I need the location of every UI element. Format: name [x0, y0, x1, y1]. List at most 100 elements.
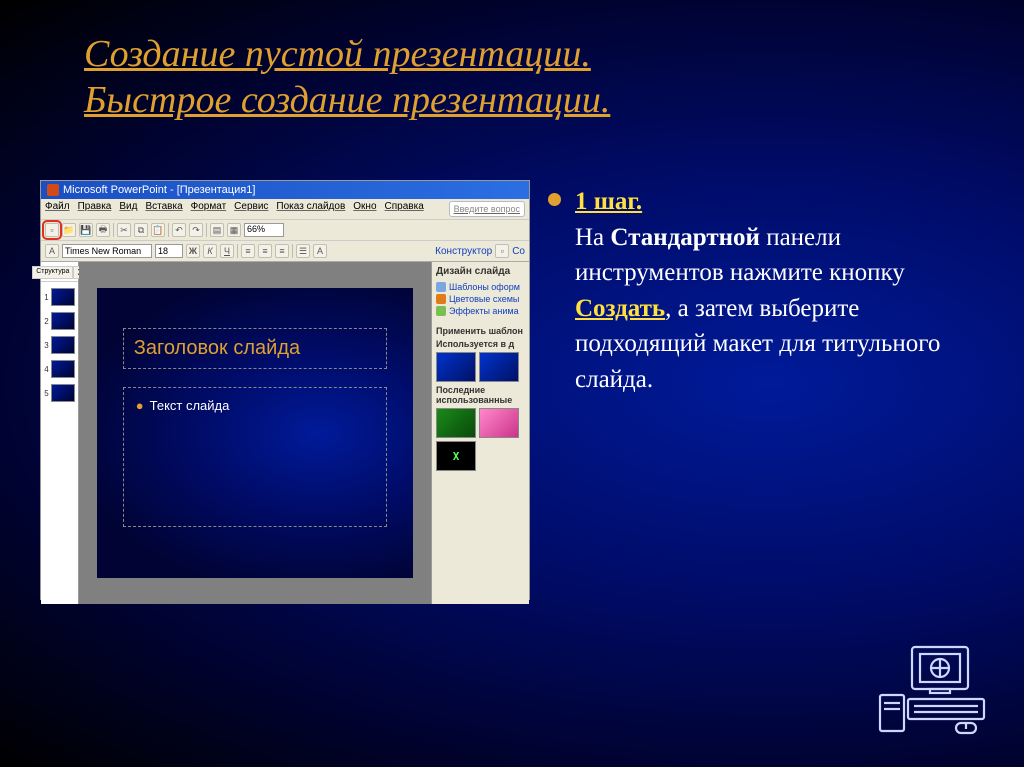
tp-link-colors[interactable]: Цветовые схемы — [434, 293, 527, 305]
open-button[interactable]: 📁 — [62, 223, 76, 237]
new-button[interactable]: ▫ — [45, 223, 59, 237]
menu-help[interactable]: Справка — [385, 201, 424, 217]
table-button[interactable]: ▦ — [227, 223, 241, 237]
text-part: На — [575, 224, 610, 251]
slide-editor: Заголовок слайда Текст слайда — [79, 262, 431, 604]
palette-icon — [436, 294, 446, 304]
tp-apply-section: Применить шаблон Используется в д Послед… — [434, 321, 527, 473]
undo-button[interactable]: ↶ — [172, 223, 186, 237]
bullets-button[interactable]: ☰ — [296, 244, 310, 258]
slide-body-text: Текст слайда — [150, 398, 230, 413]
bullet-icon — [548, 193, 561, 206]
separator-icon — [237, 244, 238, 258]
tp-link-label: Эффекты анима — [449, 306, 519, 316]
tp-thumbs-used — [436, 352, 525, 382]
font-size-select[interactable]: 18 — [155, 244, 183, 258]
menu-format[interactable]: Формат — [191, 201, 227, 217]
new-slide-button[interactable]: ▫ — [495, 244, 509, 258]
thumb-preview-icon — [51, 360, 75, 378]
standard-toolbar: ▫ 📁 💾 🖶 ✂ ⧉ 📋 ↶ ↷ ▤ ▦ 66% — [41, 220, 529, 241]
slide-thumbnail[interactable]: 4 — [44, 360, 74, 378]
thumb-number: 5 — [44, 389, 48, 398]
align-center-button[interactable]: ≡ — [258, 244, 272, 258]
chart-button[interactable]: ▤ — [210, 223, 224, 237]
slide-thumbnail[interactable]: 2 — [44, 312, 74, 330]
menu-file[interactable]: Файл — [45, 201, 70, 217]
design-template-thumb[interactable] — [479, 352, 519, 382]
powerpoint-icon — [47, 184, 59, 196]
help-question-input[interactable]: Введите вопрос — [449, 201, 525, 217]
taskpane-header: Дизайн слайда — [434, 264, 527, 281]
window-titlebar: Microsoft PowerPoint - [Презентация1] — [41, 181, 529, 199]
save-button[interactable]: 💾 — [79, 223, 93, 237]
design-template-thumb[interactable] — [436, 408, 476, 438]
step-title: 1 шаг. — [575, 184, 642, 220]
align-right-button[interactable]: ≡ — [275, 244, 289, 258]
constructor-link[interactable]: Конструктор — [435, 246, 492, 257]
instruction-content: 1 шаг. На Стандартной панели инструменто… — [548, 184, 978, 397]
bullet-item: 1 шаг. — [548, 184, 978, 220]
print-button[interactable]: 🖶 — [96, 223, 110, 237]
tp-thumbs-recent: X — [436, 408, 525, 471]
title-line-1: Создание пустой презентации. — [84, 32, 610, 78]
menu-bar[interactable]: Файл Правка Вид Вставка Формат Сервис По… — [41, 199, 529, 220]
tp-link-effects[interactable]: Эффекты анима — [434, 305, 527, 317]
slide-thumbnail[interactable]: 1 — [44, 288, 74, 306]
keyword-create: Создать — [575, 295, 665, 322]
slide-body-placeholder[interactable]: Текст слайда — [123, 387, 387, 527]
task-pane: Дизайн слайда Шаблоны оформ Цветовые схе… — [431, 262, 529, 604]
thumb-preview-icon — [51, 384, 75, 402]
thumb-number: 4 — [44, 365, 48, 374]
separator-icon — [168, 223, 169, 237]
computer-clipart-icon — [878, 643, 988, 735]
slide-title-placeholder[interactable]: Заголовок слайда — [123, 328, 387, 369]
cut-button[interactable]: ✂ — [117, 223, 131, 237]
thumb-preview-icon — [51, 336, 75, 354]
separator-icon — [292, 244, 293, 258]
menu-slideshow[interactable]: Показ слайдов — [276, 201, 345, 217]
separator-icon — [206, 223, 207, 237]
slide-thumbnail[interactable]: 5 — [44, 384, 74, 402]
effects-icon — [436, 306, 446, 316]
increase-font-button[interactable]: A — [313, 244, 327, 258]
copy-button[interactable]: ⧉ — [134, 223, 148, 237]
template-icon — [436, 282, 446, 292]
bold-button[interactable]: Ж — [186, 244, 200, 258]
tp-used-label: Используется в д — [436, 339, 525, 349]
menu-edit[interactable]: Правка — [78, 201, 112, 217]
menu-window[interactable]: Окно — [353, 201, 376, 217]
title-line-2: Быстрое создание презентации. — [84, 78, 610, 124]
thumb-number: 2 — [44, 317, 48, 326]
outline-tab-structure[interactable]: Структура — [32, 266, 73, 279]
redo-button[interactable]: ↷ — [189, 223, 203, 237]
design-template-thumb[interactable] — [479, 408, 519, 438]
menu-insert[interactable]: Вставка — [145, 201, 182, 217]
align-left-button[interactable]: ≡ — [241, 244, 255, 258]
create-slide-link[interactable]: Со — [512, 246, 525, 257]
keyword-standard: Стандартной — [610, 224, 760, 251]
font-select[interactable]: Times New Roman — [62, 244, 152, 258]
paste-button[interactable]: 📋 — [151, 223, 165, 237]
separator-icon — [113, 223, 114, 237]
arrow-button[interactable]: A — [45, 244, 59, 258]
design-template-thumb[interactable] — [436, 352, 476, 382]
workspace-body: Структура X 1 2 3 4 5 — [41, 262, 529, 604]
tp-link-templates[interactable]: Шаблоны оформ — [434, 281, 527, 293]
thumb-number: 1 — [44, 293, 48, 302]
italic-button[interactable]: К — [203, 244, 217, 258]
slide-thumbnail[interactable]: 3 — [44, 336, 74, 354]
zoom-input[interactable]: 66% — [244, 223, 284, 237]
slide-title-block: Создание пустой презентации. Быстрое соз… — [84, 32, 610, 123]
window-title: Microsoft PowerPoint - [Презентация1] — [63, 184, 255, 196]
step-body: На Стандартной панели инструментов нажми… — [575, 220, 978, 398]
thumb-number: 3 — [44, 341, 48, 350]
tp-apply-label: Применить шаблон — [436, 326, 525, 336]
tp-link-label: Шаблоны оформ — [449, 282, 520, 292]
menu-service[interactable]: Сервис — [234, 201, 268, 217]
design-template-thumb[interactable]: X — [436, 441, 476, 471]
powerpoint-screenshot: Microsoft PowerPoint - [Презентация1] Фа… — [40, 180, 530, 600]
underline-button[interactable]: Ч — [220, 244, 234, 258]
menu-view[interactable]: Вид — [119, 201, 137, 217]
formatting-toolbar: A Times New Roman 18 Ж К Ч ≡ ≡ ≡ ☰ A Кон… — [41, 241, 529, 262]
slide-canvas[interactable]: Заголовок слайда Текст слайда — [97, 288, 413, 578]
